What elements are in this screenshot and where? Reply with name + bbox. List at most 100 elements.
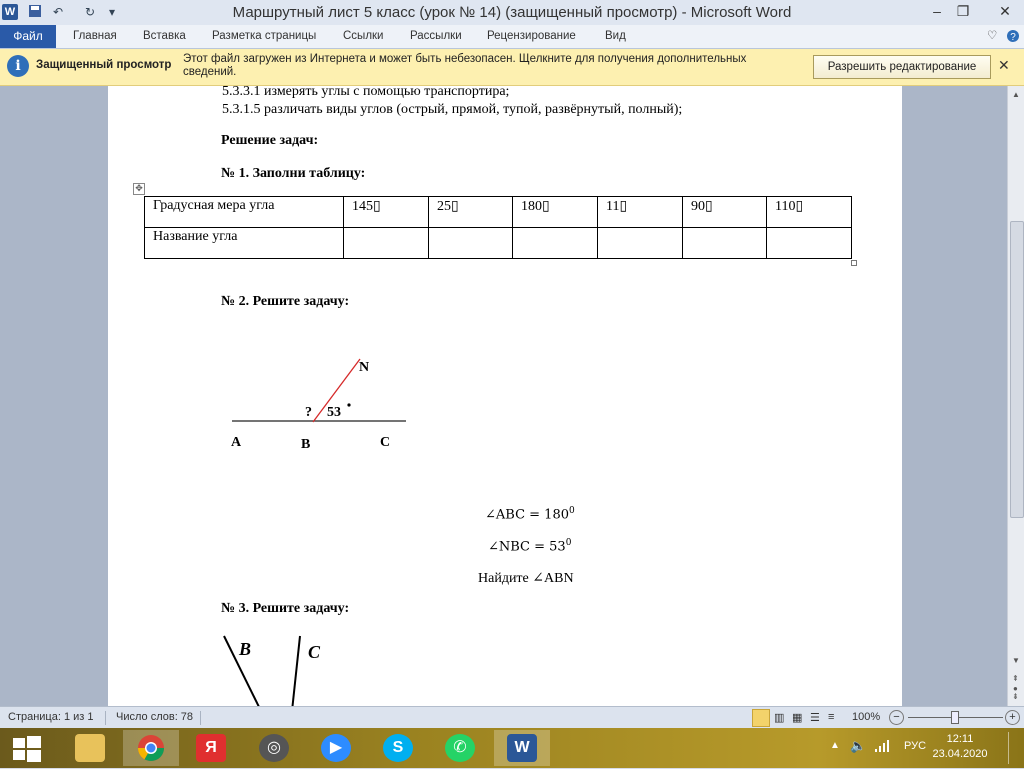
zoom-out-icon[interactable]: −: [889, 710, 904, 725]
status-divider: [200, 711, 201, 725]
table-cell[interactable]: [428, 227, 513, 259]
table-row: Градусная мера угла 145▯ 25▯ 180▯ 11▯ 90…: [144, 196, 852, 228]
clock-time: 12:11: [946, 733, 974, 745]
taskbar-yandex[interactable]: Я: [183, 730, 239, 766]
task2-heading: № 2. Решите задачу:: [221, 294, 350, 309]
prev-page-icon[interactable]: ⇞: [1012, 674, 1019, 683]
web-layout-icon[interactable]: ▦: [792, 711, 802, 724]
objective-line-2: 5.3.1.5 различать виды углов (острый, пр…: [222, 102, 683, 117]
outline-view-icon[interactable]: ☰: [810, 711, 820, 724]
title-bar: W ↶ ↻ ▾ Маршрутный лист 5 класс (урок № …: [0, 0, 1024, 26]
zoom-app-icon: ▶: [321, 734, 351, 762]
scroll-down-icon[interactable]: ▼: [1012, 656, 1020, 665]
status-bar: Страница: 1 из 1 Число слов: 78 ▥ ▦ ☰ ≡ …: [0, 706, 1024, 729]
task1-heading: № 1. Заполни таблицу:: [221, 166, 366, 181]
protected-view-message[interactable]: Этот файл загружен из Интернета и может …: [183, 53, 783, 79]
table-cell[interactable]: [512, 227, 598, 259]
angle-table: Градусная мера угла 145▯ 25▯ 180▯ 11▯ 90…: [144, 196, 852, 259]
table-cell[interactable]: 11▯: [597, 196, 683, 228]
help-icon[interactable]: ?: [1006, 25, 1020, 48]
table-move-handle-icon[interactable]: ✥: [133, 183, 145, 195]
objective-line-1: 5.3.3.1 измерять углы с помощью транспор…: [222, 86, 510, 99]
taskbar-whatsapp[interactable]: ✆: [432, 730, 488, 766]
protected-view-bar: i Защищенный просмотр Этот файл загружен…: [0, 49, 1024, 86]
vertical-scrollbar[interactable]: ▲ ▼ ⇞ ● ⇟: [1007, 86, 1024, 706]
table-cell[interactable]: Градусная мера угла: [144, 196, 344, 228]
start-button[interactable]: [0, 730, 52, 766]
solve-heading: Решение задач:: [221, 133, 319, 148]
network-icon[interactable]: [874, 739, 890, 756]
table-cell[interactable]: 145▯: [343, 196, 429, 228]
taskbar-word[interactable]: W: [494, 730, 550, 766]
tab-review[interactable]: Рецензирование: [487, 25, 576, 48]
document-page[interactable]: 5.3.3.1 измерять углы с помощью транспор…: [108, 86, 902, 706]
tab-page-layout[interactable]: Разметка страницы: [212, 25, 316, 48]
whatsapp-icon: ✆: [445, 734, 475, 762]
table-cell[interactable]: Название угла: [144, 227, 344, 259]
table-cell[interactable]: 90▯: [682, 196, 767, 228]
tab-file[interactable]: Файл: [0, 25, 56, 48]
info-icon: i: [7, 55, 29, 77]
draft-view-icon[interactable]: ≡: [828, 711, 834, 723]
table-cell[interactable]: [766, 227, 852, 259]
table-cell[interactable]: 180▯: [512, 196, 598, 228]
task3-heading: № 3. Решите задачу:: [221, 601, 350, 616]
tab-insert[interactable]: Вставка: [143, 25, 186, 48]
full-screen-reading-icon[interactable]: ▥: [774, 711, 784, 724]
document-area: 5.3.3.1 измерять углы с помощью транспор…: [0, 86, 1007, 706]
table-cell[interactable]: 110▯: [766, 196, 852, 228]
ribbon-collapse-icon[interactable]: ♡: [987, 25, 997, 48]
equation-nbc: ∠NBC = 530: [488, 538, 572, 555]
taskbar-file-explorer[interactable]: [62, 730, 118, 766]
tab-view[interactable]: Вид: [605, 25, 626, 48]
window-title: Маршрутный лист 5 класс (урок № 14) (защ…: [232, 4, 792, 21]
table-resize-handle[interactable]: [851, 260, 857, 266]
label-n: N: [359, 360, 369, 375]
table-cell[interactable]: [682, 227, 767, 259]
taskbar: Я ◎ ▶ S ✆ W ▲ 🔈 РУС 12:11 23.04.2020: [0, 728, 1024, 768]
maximize-button[interactable]: ❐: [948, 0, 978, 22]
question-mark: ?: [305, 405, 312, 420]
zoom-in-icon[interactable]: +: [1005, 710, 1020, 725]
skype-icon: S: [383, 734, 413, 762]
angle-value: 53: [327, 405, 341, 420]
yandex-icon: Я: [196, 734, 226, 762]
degree-dot: [347, 403, 351, 407]
folder-icon: [75, 734, 105, 762]
show-hidden-icons-icon[interactable]: ▲: [830, 740, 840, 751]
input-language[interactable]: РУС: [904, 740, 926, 752]
protected-bar-close-icon[interactable]: ✕: [998, 57, 1010, 74]
taskbar-chrome[interactable]: [123, 730, 179, 766]
angle-figure-3: B C: [223, 635, 321, 706]
table-cell[interactable]: [343, 227, 429, 259]
next-page-icon[interactable]: ⇟: [1012, 692, 1019, 701]
word-count[interactable]: Число слов: 78: [116, 711, 193, 723]
taskbar-zoom[interactable]: ▶: [308, 730, 364, 766]
close-button[interactable]: ✕: [986, 0, 1024, 22]
enable-editing-button[interactable]: Разрешить редактирование: [813, 55, 991, 79]
word-icon: W: [507, 734, 537, 762]
scroll-up-icon[interactable]: ▲: [1012, 90, 1020, 99]
equation-abc: ∠ABC = 1800: [485, 506, 575, 523]
tab-references[interactable]: Ссылки: [343, 25, 384, 48]
zoom-level[interactable]: 100%: [852, 711, 880, 723]
notifications-button[interactable]: [1008, 732, 1019, 764]
chrome-icon: [137, 735, 165, 762]
label-b: B: [238, 639, 251, 659]
scroll-thumb[interactable]: [1010, 221, 1024, 518]
print-layout-view-icon[interactable]: [752, 709, 770, 727]
tab-home[interactable]: Главная: [73, 25, 117, 48]
tab-mailings[interactable]: Рассылки: [410, 25, 462, 48]
table-row: Название угла: [144, 227, 852, 259]
volume-icon[interactable]: 🔈: [850, 738, 866, 754]
zoom-slider-thumb[interactable]: [951, 711, 959, 724]
table-cell[interactable]: [597, 227, 683, 259]
clock[interactable]: 12:11 23.04.2020: [925, 732, 995, 762]
svg-text:?: ?: [1010, 32, 1016, 43]
angle-figure-2: N ? 53 A B C: [231, 358, 406, 452]
page-count[interactable]: Страница: 1 из 1: [8, 711, 94, 723]
table-cell[interactable]: 25▯: [428, 196, 513, 228]
taskbar-media[interactable]: ◎: [246, 730, 302, 766]
film-reel-icon: ◎: [259, 734, 289, 762]
taskbar-skype[interactable]: S: [370, 730, 426, 766]
